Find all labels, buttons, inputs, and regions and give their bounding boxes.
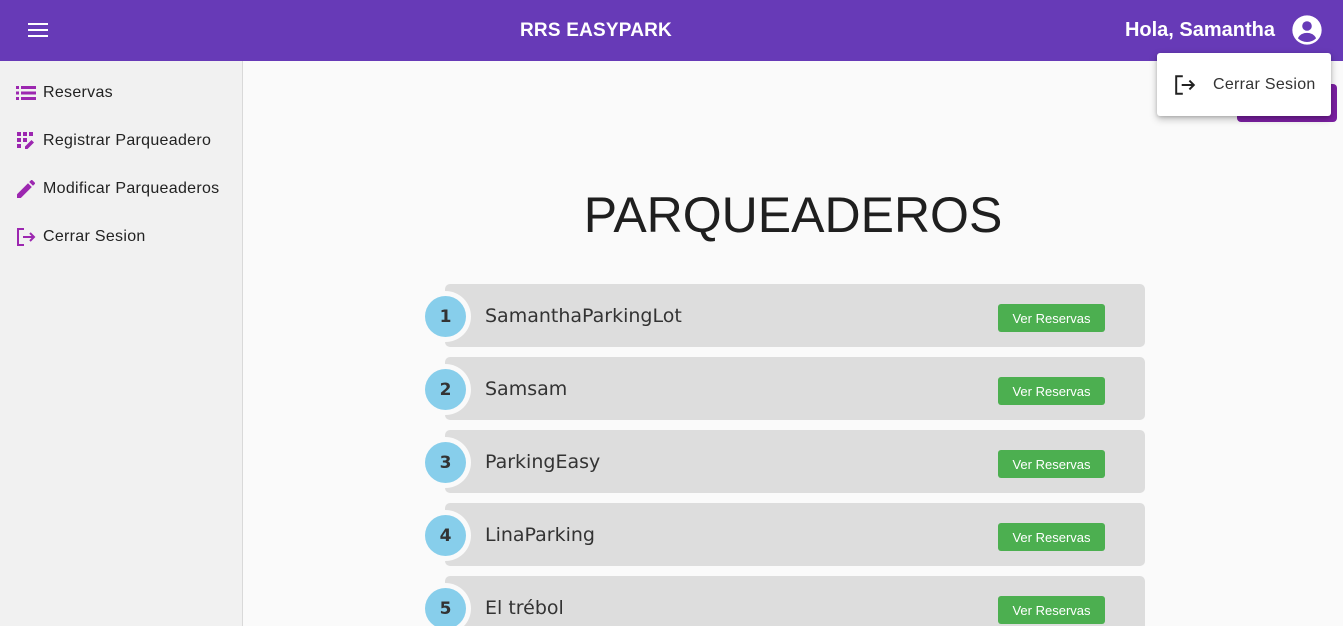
dropdown-item-label: Cerrar Sesion: [1213, 75, 1316, 93]
app-title: RRS EASYPARK: [520, 19, 672, 41]
sidebar-item-label: Cerrar Sesion: [43, 228, 146, 245]
list-item-number: 2: [425, 369, 466, 410]
list-item-name: El trébol: [485, 596, 564, 619]
user-greeting: Hola, Samantha: [1124, 19, 1275, 41]
logout-icon: [1173, 73, 1197, 97]
page-title: PARQUEADEROS: [583, 187, 1003, 243]
list-item-name: Samsam: [485, 377, 568, 400]
list-item-number: 5: [425, 588, 466, 626]
ver-reservas-button[interactable]: Ver Reservas: [998, 523, 1105, 551]
logout-icon: [15, 226, 37, 248]
sidebar-item-label: Reservas: [43, 84, 113, 101]
ver-reservas-button[interactable]: Ver Reservas: [998, 377, 1105, 405]
list-item-number: 1: [425, 296, 466, 337]
account-button[interactable]: [1289, 13, 1325, 47]
ver-reservas-button[interactable]: Ver Reservas: [998, 304, 1105, 332]
list-item-name: SamanthaParkingLot: [485, 304, 682, 327]
grid-edit-icon: [15, 130, 37, 152]
list-item-name: LinaParking: [485, 523, 595, 546]
list-item-number: 4: [425, 515, 466, 556]
sidebar-item-modificar-parqueaderos[interactable]: Modificar Parqueaderos: [0, 169, 242, 209]
list-item-number: 3: [425, 442, 466, 483]
list-item-name: ParkingEasy: [485, 450, 601, 473]
list-item-badge: 1: [420, 291, 471, 342]
ver-reservas-button[interactable]: Ver Reservas: [998, 450, 1105, 478]
list-icon: [15, 82, 37, 104]
list-item-badge: 5: [420, 583, 471, 626]
sidebar-item-reservas[interactable]: Reservas: [0, 73, 242, 113]
user-dropdown-menu: Cerrar Sesion: [1157, 53, 1331, 116]
sidebar-item-registrar-parqueadero[interactable]: Registrar Parqueadero: [0, 121, 242, 161]
list-item-badge: 3: [420, 437, 471, 488]
sidebar-item-label: Modificar Parqueaderos: [43, 180, 220, 197]
sidebar-item-label: Registrar Parqueadero: [43, 132, 212, 149]
top-app-bar: RRS EASYPARK Hola, Samantha: [0, 0, 1343, 61]
ver-reservas-button[interactable]: Ver Reservas: [998, 596, 1105, 624]
list-item-badge: 4: [420, 510, 471, 561]
sidebar-item-cerrar-sesion[interactable]: Cerrar Sesion: [0, 217, 242, 257]
sidebar: Reservas Registrar Parqueadero Modificar…: [0, 61, 243, 626]
account-circle-icon: [1292, 15, 1322, 45]
pencil-icon: [15, 178, 37, 200]
dropdown-item-cerrar-sesion[interactable]: Cerrar Sesion: [1157, 53, 1331, 116]
list-item-badge: 2: [420, 364, 471, 415]
